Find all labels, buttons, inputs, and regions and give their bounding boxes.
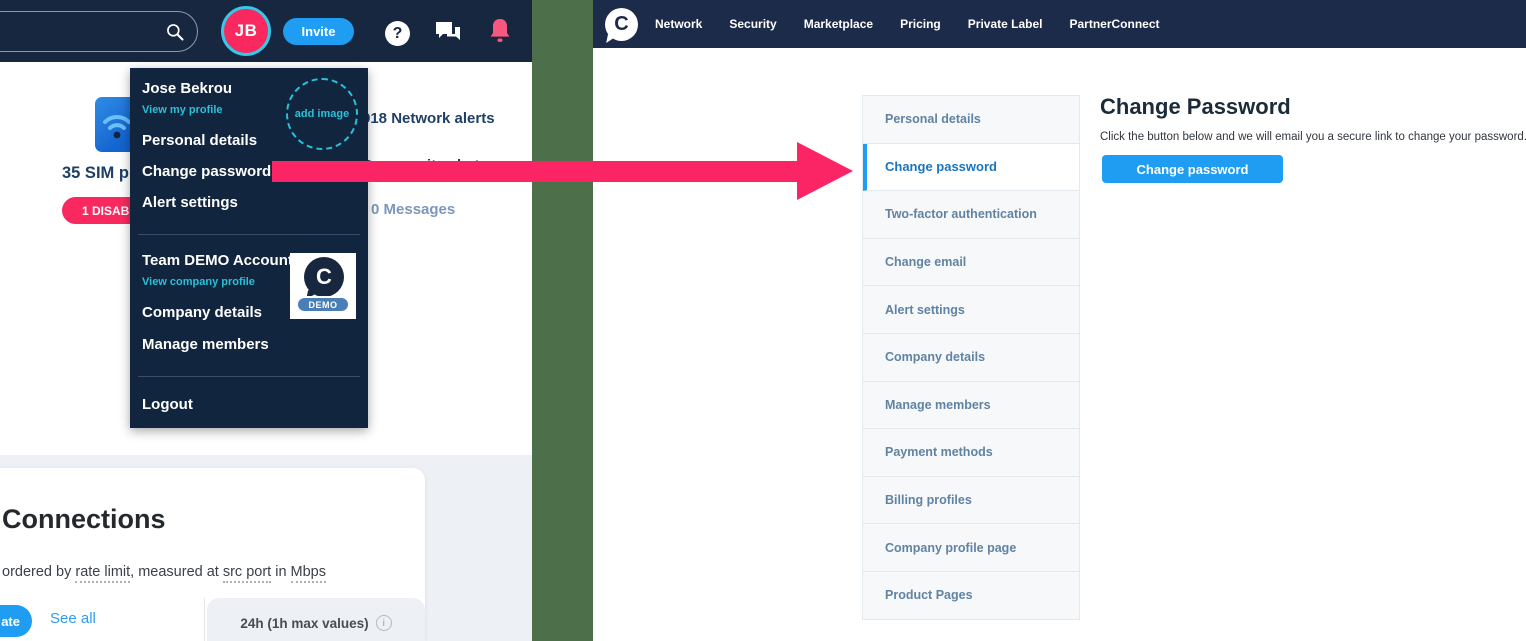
- connections-card: Connections ordered by rate limit, measu…: [0, 468, 425, 641]
- nav-item-marketplace[interactable]: Marketplace: [804, 17, 873, 31]
- term-src-port[interactable]: src port: [223, 564, 271, 583]
- company-logo-icon: C: [304, 257, 344, 297]
- sim-count-stat: 35 SIM p: [62, 164, 129, 183]
- divider: [204, 598, 205, 641]
- sidebar-item-two-factor[interactable]: Two-factor authentication: [863, 191, 1079, 239]
- nav-item-pricing[interactable]: Pricing: [900, 17, 941, 31]
- sidebar-item-company-profile-page[interactable]: Company profile page: [863, 524, 1079, 572]
- term-mbps[interactable]: Mbps: [291, 564, 326, 583]
- right-settings-screenshot: C Network Security Marketplace Pricing P…: [593, 0, 1526, 641]
- invite-button[interactable]: Invite: [283, 18, 354, 45]
- divider: [138, 376, 360, 377]
- sidebar-item-product-pages[interactable]: Product Pages: [863, 572, 1079, 620]
- team-name: Team DEMO Account: [142, 252, 293, 269]
- background-stripe: [532, 0, 593, 641]
- sidebar-item-manage-members[interactable]: Manage members: [863, 382, 1079, 430]
- subtitle-text: in: [271, 564, 290, 580]
- settings-sidebar: Personal details Change password Two-fac…: [862, 95, 1080, 620]
- time-range-label: 24h (1h max values): [240, 616, 368, 631]
- help-icon[interactable]: ?: [385, 21, 410, 46]
- view-profile-link[interactable]: View my profile: [142, 104, 223, 116]
- search-icon: [165, 22, 185, 42]
- page-title: Change Password: [1100, 94, 1291, 120]
- nav-item-security[interactable]: Security: [729, 17, 776, 31]
- info-icon[interactable]: i: [376, 615, 392, 631]
- notifications-bell-icon[interactable]: [487, 16, 513, 46]
- nav-item-partnerconnect[interactable]: PartnerConnect: [1069, 17, 1159, 31]
- profile-dropdown-menu: Jose Bekrou View my profile add image Pe…: [130, 68, 368, 428]
- sidebar-item-billing-profiles[interactable]: Billing profiles: [863, 477, 1079, 525]
- chat-icon[interactable]: [434, 20, 462, 46]
- sidebar-item-company-details[interactable]: Company details: [863, 334, 1079, 382]
- menu-item-personal-details[interactable]: Personal details: [142, 132, 257, 149]
- menu-item-manage-members[interactable]: Manage members: [142, 336, 269, 353]
- user-name: Jose Bekrou: [142, 80, 232, 97]
- term-rate-limit[interactable]: rate limit: [75, 564, 130, 583]
- menu-item-company-details[interactable]: Company details: [142, 304, 262, 321]
- sidebar-item-personal-details[interactable]: Personal details: [863, 96, 1079, 144]
- divider: [138, 234, 360, 235]
- search-input[interactable]: [9, 13, 149, 50]
- left-app-screenshot: 35 SIM p 1 DISAB 918 Network alerts Comm…: [0, 0, 532, 641]
- messages-stat[interactable]: 0 Messages: [371, 201, 455, 218]
- connections-subtitle: ordered by rate limit, measured at src p…: [2, 564, 326, 580]
- subtitle-text: ordered by: [2, 564, 75, 580]
- connections-title: Connections: [2, 504, 166, 535]
- search-box[interactable]: [0, 11, 198, 52]
- brand-logo-icon[interactable]: C: [605, 8, 638, 41]
- menu-item-change-password[interactable]: Change password: [142, 163, 271, 180]
- aggregate-toggle-button[interactable]: ate: [0, 605, 32, 637]
- see-all-link[interactable]: See all: [50, 610, 96, 627]
- nav-item-private-label[interactable]: Private Label: [968, 17, 1043, 31]
- page-description: Click the button below and we will email…: [1100, 131, 1526, 143]
- community-chats-stat[interactable]: Community chats: [362, 157, 488, 174]
- sidebar-item-alert-settings[interactable]: Alert settings: [863, 286, 1079, 334]
- demo-badge: DEMO: [296, 296, 350, 313]
- menu-item-alert-settings[interactable]: Alert settings: [142, 194, 238, 211]
- network-alerts-stat[interactable]: 918 Network alerts: [362, 110, 495, 127]
- left-top-navbar: JB Invite ?: [0, 0, 532, 62]
- screenshot-stage: 35 SIM p 1 DISAB 918 Network alerts Comm…: [0, 0, 1526, 641]
- primary-nav: Network Security Marketplace Pricing Pri…: [655, 17, 1160, 31]
- menu-item-logout[interactable]: Logout: [142, 396, 193, 413]
- right-top-navbar: C Network Security Marketplace Pricing P…: [593, 0, 1526, 48]
- nav-item-network[interactable]: Network: [655, 17, 702, 31]
- sidebar-item-change-password[interactable]: Change password: [863, 144, 1079, 192]
- sidebar-item-change-email[interactable]: Change email: [863, 239, 1079, 287]
- sidebar-item-payment-methods[interactable]: Payment methods: [863, 429, 1079, 477]
- time-range-panel[interactable]: 24h (1h max values) i: [207, 598, 425, 641]
- avatar[interactable]: JB: [221, 6, 271, 56]
- company-logo: C DEMO: [290, 253, 356, 319]
- subtitle-text: , measured at: [130, 564, 223, 580]
- change-password-button[interactable]: Change password: [1102, 155, 1283, 183]
- add-image-circle[interactable]: add image: [286, 78, 358, 150]
- view-company-profile-link[interactable]: View company profile: [142, 276, 255, 288]
